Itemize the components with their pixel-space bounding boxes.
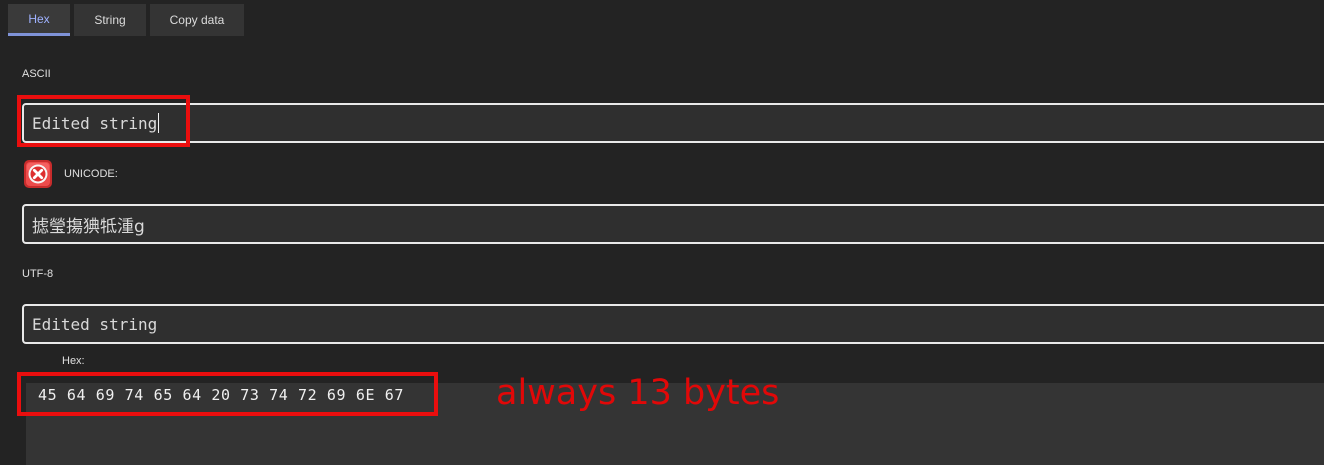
unicode-input-value: 摅瑩摥猠牴湩g bbox=[32, 216, 145, 237]
ascii-input-value: Edited string bbox=[32, 113, 158, 133]
utf8-input-value: Edited string bbox=[32, 314, 158, 334]
tab-bar: Hex String Copy data bbox=[0, 0, 1324, 40]
utf8-label: UTF-8 bbox=[22, 268, 54, 280]
byte-count-annotation: always 13 bytes bbox=[496, 373, 780, 413]
ascii-label: ASCII bbox=[22, 68, 51, 80]
hex-output-value: 45 64 69 74 65 64 20 73 74 72 69 6E 67 bbox=[38, 386, 404, 404]
error-icon bbox=[24, 160, 52, 188]
tab-string[interactable]: String bbox=[74, 4, 146, 36]
hex-label: Hex: bbox=[62, 355, 85, 367]
tab-hex[interactable]: Hex bbox=[8, 4, 70, 36]
tab-string-label: String bbox=[94, 13, 126, 27]
tab-copy-data-label: Copy data bbox=[169, 13, 225, 27]
tab-copy-data[interactable]: Copy data bbox=[150, 4, 244, 36]
ascii-input[interactable]: Edited string bbox=[22, 103, 1324, 143]
text-caret bbox=[158, 113, 160, 133]
utf8-input[interactable]: Edited string bbox=[22, 304, 1324, 344]
unicode-input[interactable]: 摅瑩摥猠牴湩g bbox=[22, 204, 1324, 244]
converter-window: Hex String Copy data ASCII Edited string… bbox=[0, 0, 1324, 465]
unicode-label: UNICODE: bbox=[64, 168, 118, 180]
tab-hex-label: Hex bbox=[28, 11, 50, 26]
